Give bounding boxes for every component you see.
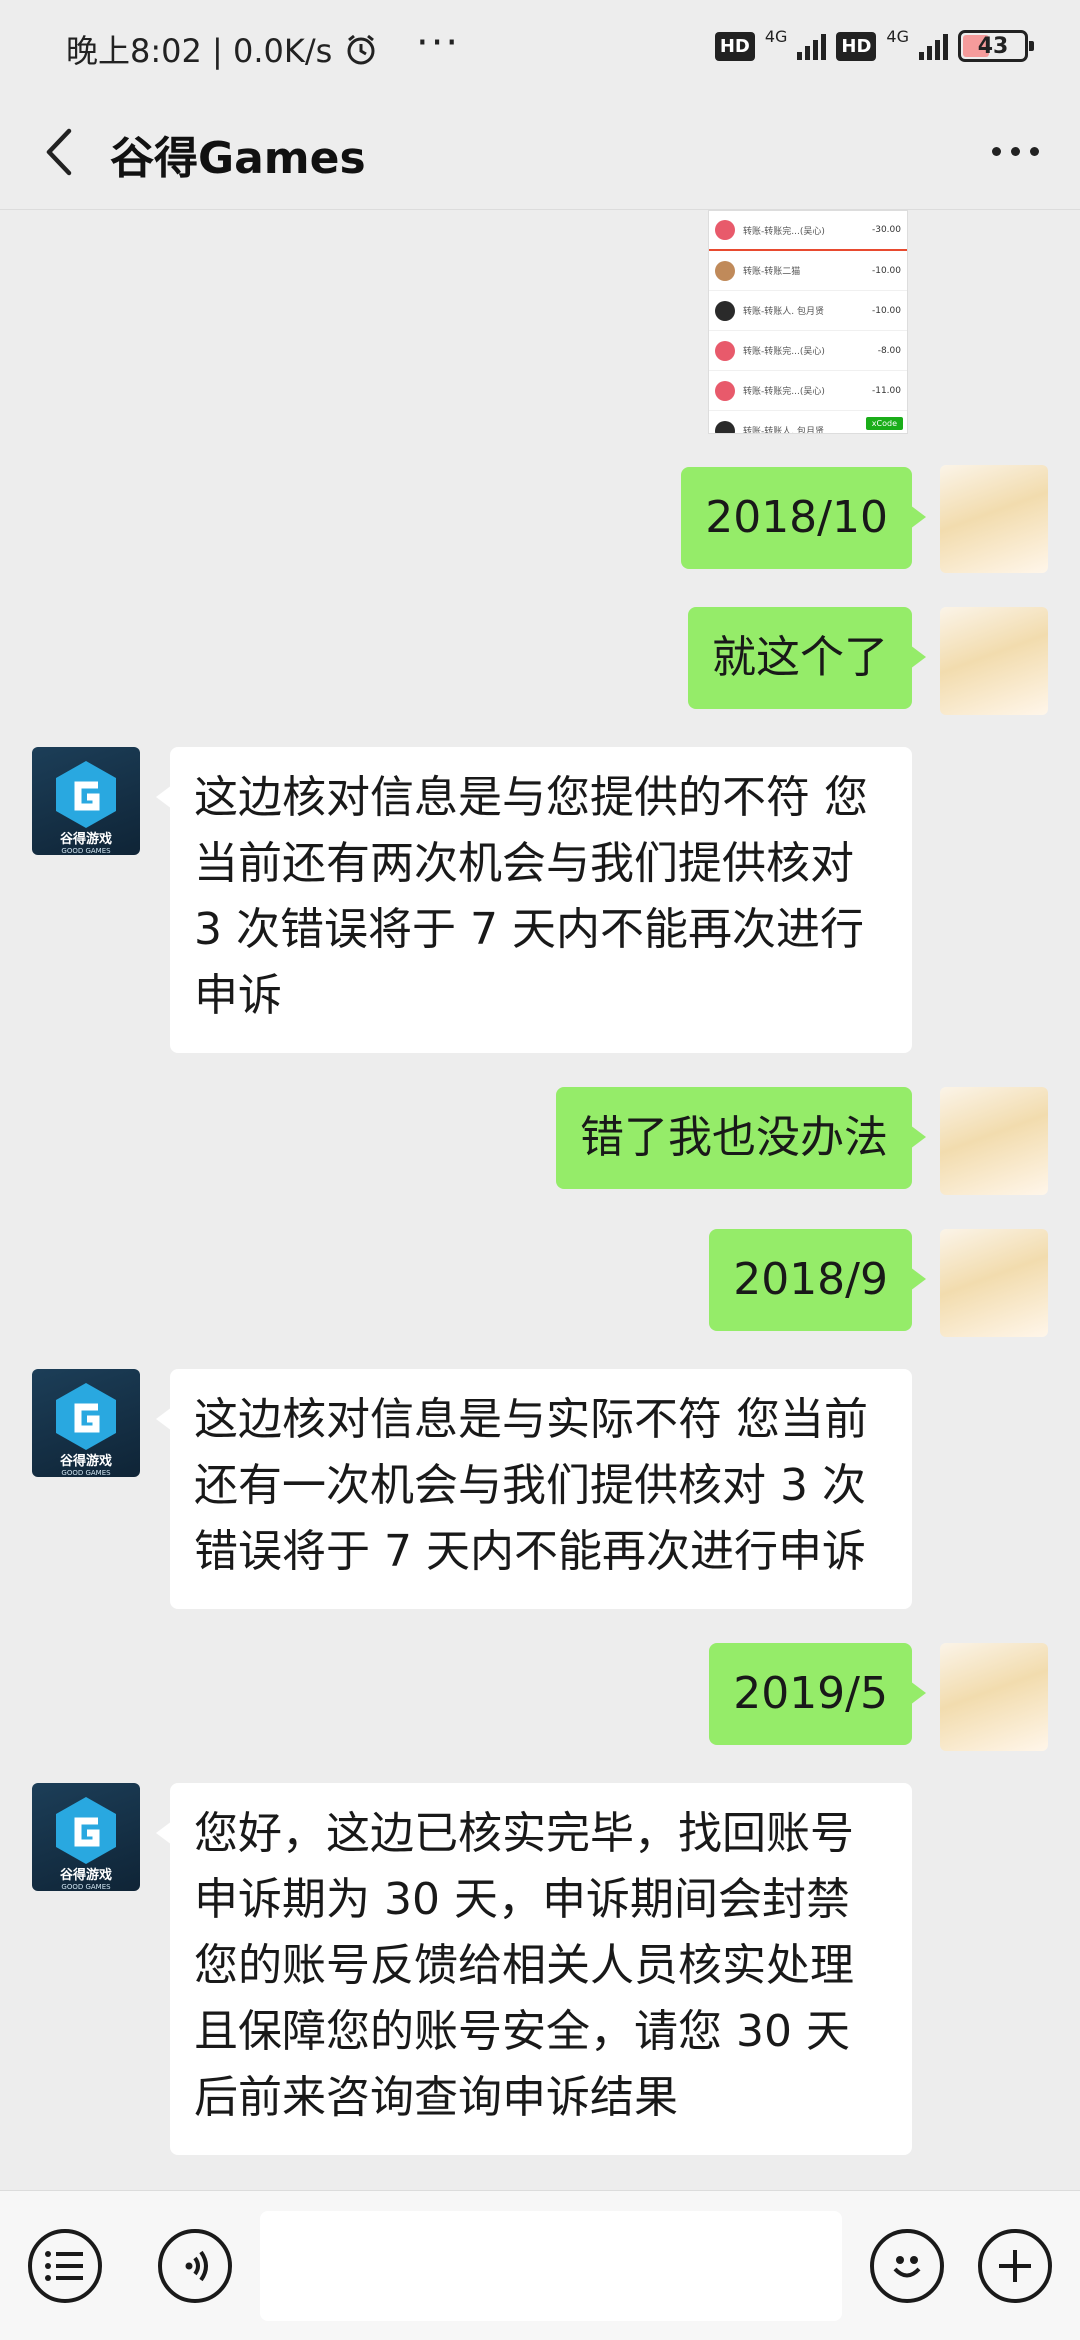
brand-avatar[interactable]: 谷得游戏 GOOD GAMES <box>32 747 140 855</box>
outgoing-message[interactable]: 2018/10 <box>681 467 926 569</box>
message-text: 2018/10 <box>705 492 888 543</box>
signal-icon <box>919 32 948 60</box>
message-input[interactable] <box>260 2211 842 2321</box>
status-right: HD 4G HD 4G 43 <box>714 26 1034 62</box>
outgoing-message[interactable]: 2019/5 <box>709 1643 926 1745</box>
user-avatar[interactable] <box>940 1643 1048 1751</box>
status-left: 晚上8:02 | 0.0K/s <box>66 26 378 72</box>
image-row: 转账-转账完...(吴心) -11.00 <box>709 371 907 411</box>
incoming-message[interactable]: 您好，这边已核实完毕，找回账号申诉期为 30 天，申诉期间会封禁您的账号反馈给相… <box>156 1783 912 2155</box>
outgoing-message[interactable]: 错了我也没办法 <box>556 1087 926 1189</box>
hd-badge: HD <box>714 31 755 61</box>
outgoing-message[interactable]: 就这个了 <box>688 607 926 709</box>
brand-avatar[interactable]: 谷得游戏 GOOD GAMES <box>32 1783 140 1891</box>
message-text: 您好，这边已核实完毕，找回账号申诉期为 30 天，申诉期间会封禁您的账号反馈给相… <box>194 1808 854 2123</box>
image-row: 转账-转账二猫 -10.00 <box>709 251 907 291</box>
svg-text:谷得游戏: 谷得游戏 <box>60 1453 112 1469</box>
network-label: 4G <box>886 26 909 46</box>
image-row: 转账-转账完...(吴心) -8.00 <box>709 331 907 371</box>
message-text: 2019/5 <box>733 1668 888 1719</box>
svg-text:谷得游戏: 谷得游戏 <box>60 831 112 847</box>
incoming-message[interactable]: 这边核对信息是与您提供的不符 您当前还有两次机会与我们提供核对 3 次错误将于 … <box>156 747 912 1053</box>
message-text: 这边核对信息是与您提供的不符 您当前还有两次机会与我们提供核对 3 次错误将于 … <box>194 772 868 1021</box>
emoji-button[interactable] <box>870 2229 944 2303</box>
more-options-button[interactable] <box>980 126 1050 176</box>
signal-icon <box>797 32 827 60</box>
network-label: 4G <box>764 26 788 46</box>
svg-text:GOOD GAMES: GOOD GAMES <box>61 1883 111 1891</box>
alarm-icon <box>344 32 378 66</box>
outgoing-message[interactable]: 2018/9 <box>709 1229 926 1331</box>
shared-image[interactable]: 转账-转账完...(吴心) -30.00 转账-转账二猫 -10.00 转账-转账人… <box>708 210 908 434</box>
image-row: 转账-转账人. 包月贤 -10.00 <box>709 291 907 331</box>
message-text: 错了我也没办法 <box>580 1112 888 1163</box>
plus-button[interactable] <box>978 2229 1052 2303</box>
battery-icon: 43 <box>958 30 1034 62</box>
brand-avatar[interactable]: 谷得游戏 GOOD GAMES <box>32 1369 140 1477</box>
chat-title: 谷得Games <box>110 133 366 184</box>
list-icon <box>45 2251 83 2281</box>
input-bar <box>0 2190 1080 2340</box>
message-text: 这边核对信息是与实际不符 您当前还有一次机会与我们提供核对 3 次错误将于 7 … <box>194 1394 868 1577</box>
voice-icon <box>185 2250 208 2282</box>
user-avatar[interactable] <box>940 1087 1048 1195</box>
status-bar: 晚上8:02 | 0.0K/s ··· HD 4G HD 4G 43 <box>0 0 1080 96</box>
emoji-icon <box>893 2256 921 2278</box>
incoming-message[interactable]: 这边核对信息是与实际不符 您当前还有一次机会与我们提供核对 3 次错误将于 7 … <box>156 1369 912 1609</box>
message-text: 就这个了 <box>712 632 888 683</box>
status-more-dots: ··· <box>416 20 461 66</box>
voice-button[interactable] <box>158 2229 232 2303</box>
battery-level: 43 <box>977 33 1009 59</box>
hd-badge: HD <box>836 31 877 61</box>
svg-text:GOOD GAMES: GOOD GAMES <box>61 1469 111 1477</box>
chat-header: 谷得Games <box>0 96 1080 210</box>
user-avatar[interactable] <box>940 1229 1048 1337</box>
chat-message-list[interactable]: 转账-转账完...(吴心) -30.00 转账-转账二猫 -10.00 转账-转账人… <box>0 210 1080 2190</box>
user-avatar[interactable] <box>940 607 1048 715</box>
chevron-left-icon <box>46 128 72 176</box>
user-avatar[interactable] <box>940 465 1048 573</box>
menu-button[interactable] <box>28 2229 102 2303</box>
svg-text:GOOD GAMES: GOOD GAMES <box>61 847 111 855</box>
plus-icon <box>999 2250 1031 2282</box>
svg-text:谷得游戏: 谷得游戏 <box>60 1867 112 1883</box>
status-time: 晚上8:02 | 0.0K/s <box>66 32 333 70</box>
message-text: 2018/9 <box>733 1254 888 1305</box>
back-button[interactable] <box>28 122 88 182</box>
image-button: xCode <box>865 417 903 430</box>
image-row: 转账-转账完...(吴心) -30.00 <box>709 211 907 251</box>
